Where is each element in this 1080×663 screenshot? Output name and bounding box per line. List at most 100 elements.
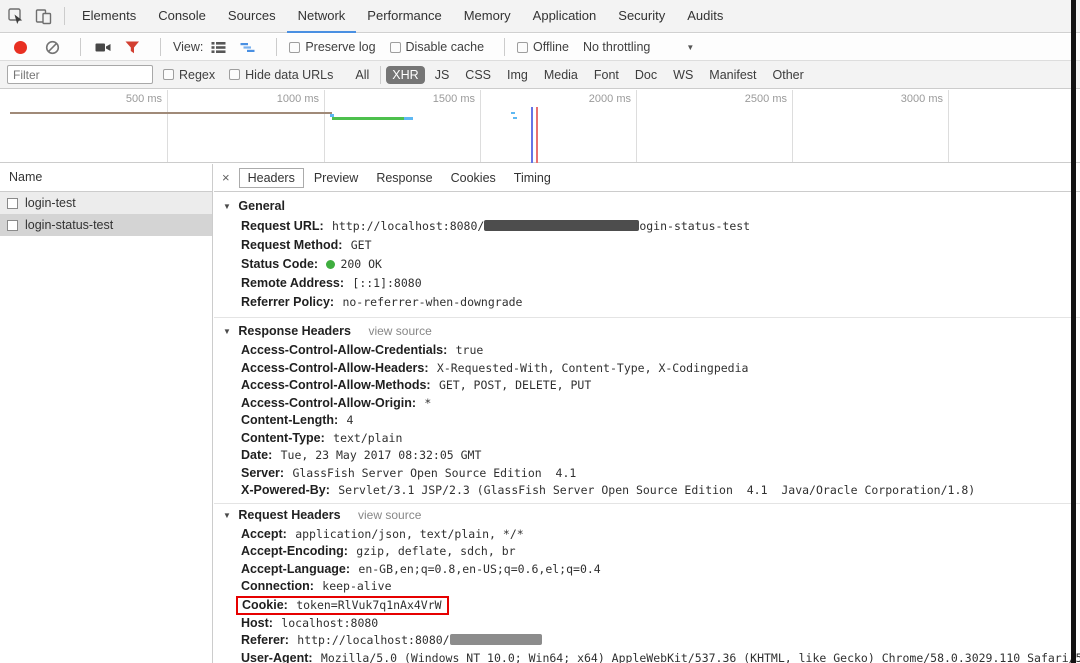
toolbar-separator <box>64 7 65 25</box>
header-row: Access-Control-Allow-Origin: * <box>214 395 1080 413</box>
checkbox-icon <box>163 69 174 80</box>
header-value: true <box>456 343 484 357</box>
request-row-login-test[interactable]: login-test <box>0 192 212 214</box>
regex-checkbox[interactable]: Regex <box>163 68 215 82</box>
waterfall-bar-request1 <box>10 112 332 114</box>
filter-type-img[interactable]: Img <box>501 66 534 84</box>
view-source-link[interactable]: view source <box>368 324 431 338</box>
throttling-select[interactable]: No throttling <box>583 40 650 54</box>
filter-type-all[interactable]: All <box>349 66 375 84</box>
filter-type-js[interactable]: JS <box>429 66 456 84</box>
header-name: Remote Address: <box>241 276 344 290</box>
disable-cache-checkbox[interactable]: Disable cache <box>390 40 485 54</box>
timeline-tick-tail <box>949 90 1080 162</box>
request-details-panel: × Headers Preview Response Cookies Timin… <box>214 164 1080 663</box>
section-title: General <box>238 199 285 213</box>
status-green-dot-icon <box>326 260 335 269</box>
record-icon[interactable] <box>14 41 27 54</box>
main-tab-network[interactable]: Network <box>287 0 357 33</box>
filter-type-media[interactable]: Media <box>538 66 584 84</box>
hide-data-urls-label: Hide data URLs <box>245 68 333 82</box>
details-tab-preview[interactable]: Preview <box>306 169 366 187</box>
device-toolbar-icon[interactable] <box>35 8 52 25</box>
disclosure-triangle-icon[interactable]: ▼ <box>223 322 231 341</box>
header-value: Mozilla/5.0 (Windows NT 10.0; Win64; x64… <box>321 651 1080 663</box>
section-title: Request Headers <box>238 508 340 522</box>
header-name: Accept-Encoding: <box>241 544 348 558</box>
redaction-bar <box>450 634 542 645</box>
clear-icon[interactable] <box>45 40 60 55</box>
header-name: Access-Control-Allow-Origin: <box>241 396 416 410</box>
filter-type-doc[interactable]: Doc <box>629 66 663 84</box>
header-row: X-Powered-By: Servlet/3.1 JSP/2.3 (Glass… <box>214 482 1080 500</box>
header-row-remote-address: Remote Address: [::1]:8080 <box>214 274 1080 293</box>
main-tab-elements[interactable]: Elements <box>71 0 147 33</box>
details-tab-cookies[interactable]: Cookies <box>443 169 504 187</box>
header-name: X-Powered-By: <box>241 483 330 497</box>
cookie-highlight-box: Cookie: token=RlVuk7q1nAx4VrW <box>236 596 449 615</box>
header-name: User-Agent: <box>241 651 313 663</box>
chevron-down-icon[interactable]: ▼ <box>686 43 694 52</box>
filter-type-xhr[interactable]: XHR <box>386 66 424 84</box>
timeline-tick: 500 ms <box>0 90 168 162</box>
filter-type-other[interactable]: Other <box>767 66 810 84</box>
header-name: Access-Control-Allow-Credentials: <box>241 343 447 357</box>
offline-checkbox[interactable]: Offline <box>517 40 569 54</box>
disclosure-triangle-icon[interactable]: ▼ <box>223 197 231 216</box>
header-name: Accept: <box>241 527 287 541</box>
main-tab-application[interactable]: Application <box>522 0 608 33</box>
details-tab-response[interactable]: Response <box>368 169 440 187</box>
toolbar-separator <box>80 38 81 56</box>
requests-panel: Name login-test login-status-test <box>0 164 213 663</box>
requests-column-header[interactable]: Name <box>0 164 212 192</box>
header-name: Server: <box>241 466 284 480</box>
main-tab-security[interactable]: Security <box>607 0 676 33</box>
header-row: Content-Type: text/plain <box>214 430 1080 448</box>
details-tab-timing[interactable]: Timing <box>506 169 559 187</box>
checkbox-icon <box>229 69 240 80</box>
main-tab-console[interactable]: Console <box>147 0 217 33</box>
header-name: Referrer Policy: <box>241 295 334 309</box>
main-tab-sources[interactable]: Sources <box>217 0 287 33</box>
toolbar-separator <box>276 38 277 56</box>
view-source-link[interactable]: view source <box>358 508 421 522</box>
close-icon[interactable]: × <box>214 170 239 185</box>
view-waterfall-icon[interactable] <box>240 41 256 54</box>
main-tab-memory[interactable]: Memory <box>453 0 522 33</box>
section-title: Response Headers <box>238 324 351 338</box>
response-headers-section-header[interactable]: ▼ Response Headers view source <box>214 322 1080 342</box>
details-tab-headers[interactable]: Headers <box>239 168 304 188</box>
request-name: login-test <box>25 196 76 210</box>
general-section-header[interactable]: ▼ General <box>214 197 1080 217</box>
disclosure-triangle-icon[interactable]: ▼ <box>223 506 231 525</box>
checkbox-icon <box>390 42 401 53</box>
capture-screenshots-icon[interactable] <box>95 41 111 54</box>
main-tab-performance[interactable]: Performance <box>356 0 452 33</box>
filter-type-manifest[interactable]: Manifest <box>703 66 762 84</box>
header-value: GET, POST, DELETE, PUT <box>439 378 591 392</box>
checkbox-icon <box>289 42 300 53</box>
inspect-element-icon[interactable] <box>8 8 25 25</box>
network-filter-bar: Regex Hide data URLs All XHR JS CSS Img … <box>0 61 1080 89</box>
header-row: Access-Control-Allow-Methods: GET, POST,… <box>214 377 1080 395</box>
header-value: localhost:8080 <box>281 616 378 630</box>
request-row-login-status-test[interactable]: login-status-test <box>0 214 212 236</box>
hide-data-urls-checkbox[interactable]: Hide data URLs <box>229 68 333 82</box>
header-name: Connection: <box>241 579 314 593</box>
dom-content-loaded-line <box>531 107 533 163</box>
preserve-log-checkbox[interactable]: Preserve log <box>289 40 375 54</box>
request-headers-section-header[interactable]: ▼ Request Headers view source <box>214 506 1080 526</box>
network-overview-timeline[interactable]: 500 ms 1000 ms 1500 ms 2000 ms 2500 ms 3… <box>0 90 1080 163</box>
filter-type-font[interactable]: Font <box>588 66 625 84</box>
filter-input[interactable] <box>7 65 153 84</box>
main-tab-audits[interactable]: Audits <box>676 0 734 33</box>
filter-type-css[interactable]: CSS <box>459 66 497 84</box>
header-row: Server: GlassFish Server Open Source Edi… <box>214 465 1080 483</box>
timeline-tick: 2000 ms <box>481 90 637 162</box>
view-list-icon[interactable] <box>211 41 226 54</box>
filter-funnel-icon[interactable] <box>125 41 140 54</box>
network-toolbar: View: Preserve log Disable cache Offline… <box>0 34 1080 61</box>
header-value: token=RlVuk7q1nAx4VrW <box>296 598 441 612</box>
header-row: Content-Length: 4 <box>214 412 1080 430</box>
filter-type-ws[interactable]: WS <box>667 66 699 84</box>
